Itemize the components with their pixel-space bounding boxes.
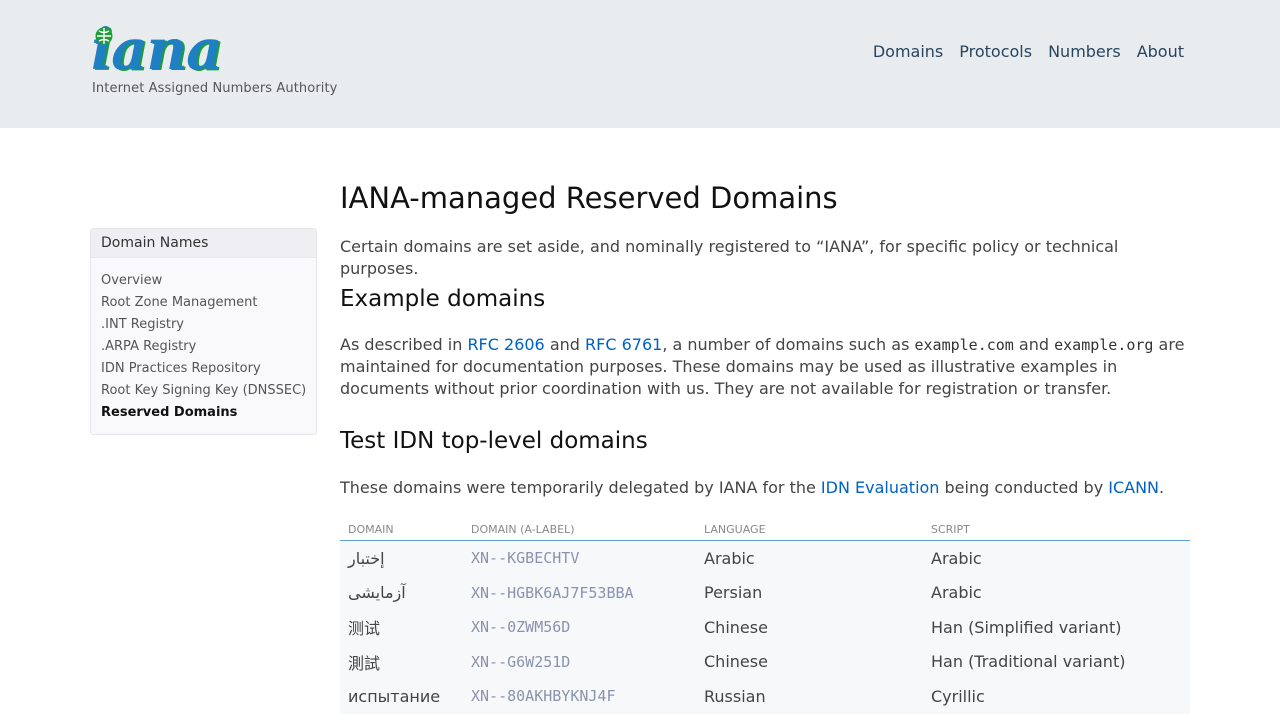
site-header: iana Internet Assigned Numbers Authority… <box>0 0 1280 128</box>
logo-tagline: Internet Assigned Numbers Authority <box>92 81 338 96</box>
language-cell: Persian <box>696 575 923 610</box>
language-cell: Chinese <box>696 610 923 645</box>
example-domains-heading: Example domains <box>340 286 546 312</box>
language-cell: Russian <box>696 679 923 714</box>
table-header-row: DOMAIN DOMAIN (A-LABEL) LANGUAGE SCRIPT <box>340 518 1190 541</box>
text-span: and <box>544 335 586 354</box>
text-span: , a number of domains such as <box>662 335 915 354</box>
text-span: being conducted by <box>939 478 1109 497</box>
col-header-script: SCRIPT <box>923 518 1190 541</box>
text-span: These domains were temporarily delegated… <box>340 478 821 497</box>
code-example-com: example.com <box>914 336 1014 354</box>
script-cell: Arabic <box>923 575 1190 610</box>
a-label-cell: XN--80AKHBYKNJ4F <box>463 679 696 714</box>
domain-cell: испытание <box>340 679 463 714</box>
script-cell: Cyrillic <box>923 679 1190 714</box>
table-row: إختبار XN--KGBECHTV Arabic Arabic <box>340 540 1190 576</box>
table-row: آزمایشی XN--HGBK6AJ7F53BBA Persian Arabi… <box>340 575 1190 610</box>
rfc2606-link[interactable]: RFC 2606 <box>467 335 544 354</box>
script-cell: Han (Traditional variant) <box>923 644 1190 679</box>
language-cell: Chinese <box>696 644 923 679</box>
icann-link[interactable]: ICANN <box>1108 478 1159 497</box>
nav-protocols[interactable]: Protocols <box>959 42 1032 62</box>
main-nav: Domains Protocols Numbers About <box>857 42 1184 62</box>
nav-domains[interactable]: Domains <box>873 42 943 62</box>
example-domains-text: As described in RFC 2606 and RFC 6761, a… <box>340 334 1190 400</box>
sidebar-item-root-zone-management[interactable]: Root Zone Management <box>101 292 316 314</box>
test-idn-text: These domains were temporarily delegated… <box>340 477 1164 499</box>
sidebar-item-int-registry[interactable]: .INT Registry <box>101 314 316 336</box>
main-content: IANA-managed Reserved Domains Certain do… <box>340 180 1190 714</box>
nav-numbers[interactable]: Numbers <box>1048 42 1121 62</box>
iana-logo[interactable]: iana Internet Assigned Numbers Authority <box>91 22 337 100</box>
nav-about[interactable]: About <box>1137 42 1184 62</box>
test-idn-heading: Test IDN top-level domains <box>340 428 648 454</box>
table-row: испытание XN--80AKHBYKNJ4F Russian Cyril… <box>340 679 1190 714</box>
globe-icon <box>95 27 113 45</box>
sidebar-item-reserved-domains[interactable]: Reserved Domains <box>101 402 316 424</box>
intro-text: Certain domains are set aside, and nomin… <box>340 237 1119 278</box>
a-label-cell: XN--0ZWM56D <box>463 610 696 645</box>
text-span: and <box>1013 335 1055 354</box>
col-header-language: LANGUAGE <box>696 518 923 541</box>
domain-cell: آزمایشی <box>340 575 463 610</box>
domain-cell: 测试 <box>340 610 463 645</box>
language-cell: Arabic <box>696 540 923 576</box>
sidebar-item-arpa-registry[interactable]: .ARPA Registry <box>101 336 316 358</box>
rfc6761-link[interactable]: RFC 6761 <box>585 335 662 354</box>
a-label-cell: XN--HGBK6AJ7F53BBA <box>463 575 696 610</box>
idn-evaluation-link[interactable]: IDN Evaluation <box>821 478 940 497</box>
table-row: 測試 XN--G6W251D Chinese Han (Traditional … <box>340 644 1190 679</box>
col-header-domain: DOMAIN <box>340 518 463 541</box>
page-title: IANA-managed Reserved Domains <box>340 181 838 215</box>
idn-table: DOMAIN DOMAIN (A-LABEL) LANGUAGE SCRIPT … <box>340 518 1190 714</box>
sidebar-list: Overview Root Zone Management .INT Regis… <box>91 258 316 424</box>
domain-cell: 測試 <box>340 644 463 679</box>
table-row: 测试 XN--0ZWM56D Chinese Han (Simplified v… <box>340 610 1190 645</box>
a-label-cell: XN--G6W251D <box>463 644 696 679</box>
sidebar: Domain Names Overview Root Zone Manageme… <box>90 228 317 435</box>
script-cell: Han (Simplified variant) <box>923 610 1190 645</box>
sidebar-title[interactable]: Domain Names <box>91 229 316 258</box>
sidebar-item-idn-practices[interactable]: IDN Practices Repository <box>101 358 316 380</box>
domain-cell: إختبار <box>340 540 463 576</box>
sidebar-item-overview[interactable]: Overview <box>101 270 316 292</box>
sidebar-item-root-key-signing[interactable]: Root Key Signing Key (DNSSEC) <box>101 380 316 402</box>
code-example-org: example.org <box>1054 336 1154 354</box>
col-header-a-label: DOMAIN (A-LABEL) <box>463 518 696 541</box>
a-label-cell: XN--KGBECHTV <box>463 540 696 576</box>
text-span: . <box>1159 478 1165 497</box>
script-cell: Arabic <box>923 540 1190 576</box>
text-span: As described in <box>340 335 468 354</box>
